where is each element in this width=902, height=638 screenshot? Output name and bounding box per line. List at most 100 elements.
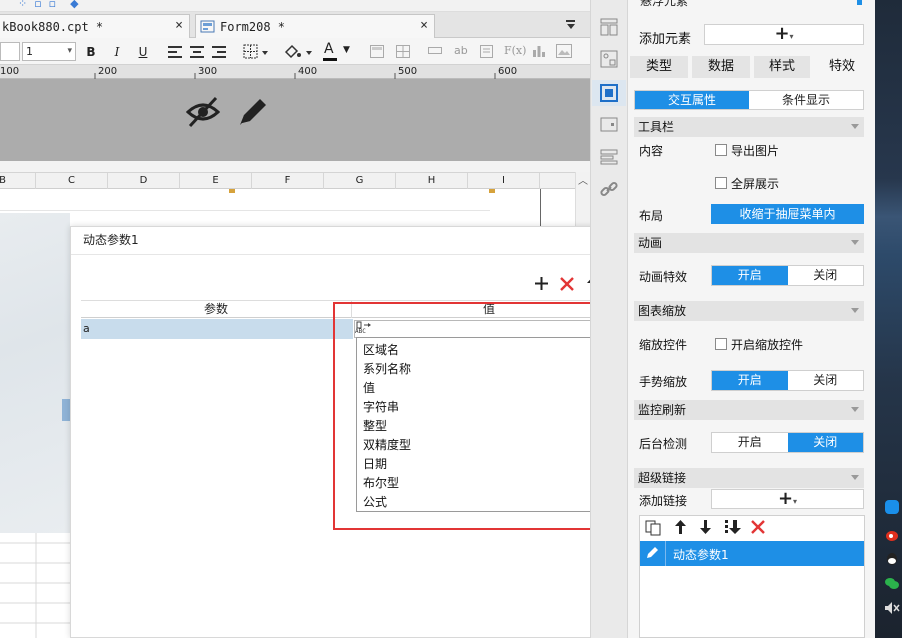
toolbar-section[interactable]: 工具栏 (634, 117, 864, 137)
wechat-icon[interactable] (884, 576, 900, 590)
fullscreen-checkbox[interactable] (715, 177, 727, 189)
add-icon[interactable] (535, 277, 548, 290)
align-center-icon[interactable] (190, 46, 204, 58)
widget-settings-icon[interactable] (600, 50, 618, 68)
design-canvas (0, 79, 590, 161)
section-title: 监控刷新 (638, 403, 687, 417)
tab-effects[interactable]: 特效 (814, 56, 870, 78)
widget-layout-icon[interactable] (600, 18, 618, 36)
format-toolbar: 1 ▾ B I U A ▼ ab F(x) (0, 38, 590, 65)
column-header-cell[interactable]: C (36, 173, 108, 189)
tab-form[interactable]: Form208 * × (195, 14, 435, 38)
delete-icon[interactable] (751, 520, 765, 534)
chevron-down-icon (851, 308, 859, 313)
subtab-interaction[interactable]: 交互属性 (635, 91, 749, 109)
add-link-label: 添加链接 (639, 494, 688, 508)
formula-button[interactable]: F(x) (504, 44, 526, 57)
section-title: 超级链接 (638, 471, 687, 485)
zoom-control-checkbox[interactable] (715, 338, 727, 350)
delete-icon[interactable] (560, 277, 574, 291)
tab-style[interactable]: 样式 (754, 56, 810, 78)
link-list-item[interactable]: 动态参数1 (640, 541, 864, 566)
image-icon[interactable] (556, 44, 572, 58)
highlight-box (333, 302, 627, 530)
toggle-off[interactable]: 关闭 (788, 266, 864, 285)
align-left-icon[interactable] (168, 46, 182, 58)
top-strip: ⁘ ▫ ▫ ◆ (0, 0, 590, 12)
align-right-icon[interactable] (212, 46, 226, 58)
toolbar-icons-row: ⁘ ▫ ▫ ◆ (18, 0, 79, 10)
split-cell-icon[interactable] (396, 45, 410, 58)
merge-cell-icon[interactable] (370, 45, 384, 58)
column-header-cell[interactable]: F (252, 173, 324, 189)
hyperlink-section[interactable]: 超级链接 (634, 468, 864, 488)
embed-frame-icon[interactable] (600, 117, 618, 133)
tab-workbook[interactable]: kBook880.cpt * × (0, 14, 190, 38)
chevron-down-icon: ▾ (67, 46, 72, 56)
tab-menu-icon[interactable] (565, 18, 577, 30)
canvas-gap (0, 161, 590, 172)
chevron-down-icon (851, 475, 859, 480)
mute-icon[interactable] (884, 601, 900, 615)
toggle-off[interactable]: 关闭 (788, 371, 864, 390)
animation-section[interactable]: 动画 (634, 233, 864, 253)
export-image-checkbox[interactable] (715, 144, 727, 156)
add-link-button[interactable]: +▾ (711, 489, 864, 509)
export-image-label: 导出图片 (731, 144, 780, 158)
bold-button[interactable]: B (84, 43, 98, 60)
link-item-label: 动态参数1 (673, 548, 729, 562)
app-tray-icon[interactable] (885, 500, 899, 514)
weibo-icon[interactable] (885, 528, 899, 542)
textbox-icon[interactable] (428, 47, 442, 55)
chart-zoom-section[interactable]: 图表缩放 (634, 301, 864, 321)
font-size-value: 1 (26, 45, 33, 58)
tab-label: Form208 * (220, 19, 286, 34)
tab-type[interactable]: 类型 (630, 56, 688, 78)
column-header-cell[interactable]: B (0, 173, 36, 189)
add-element-button[interactable]: +▾ (704, 24, 864, 45)
column-header-cell[interactable]: D (108, 173, 180, 189)
edit-pencil-icon[interactable] (236, 95, 270, 129)
tab-data[interactable]: 数据 (692, 56, 750, 78)
richtext-icon[interactable] (480, 45, 493, 58)
toggle-on[interactable]: 开启 (712, 371, 788, 390)
font-size-select[interactable]: 1 ▾ (22, 42, 76, 61)
font-color-button[interactable]: A ▼ (323, 41, 353, 61)
toggle-on[interactable]: 开启 (712, 266, 788, 285)
monitor-refresh-section[interactable]: 监控刷新 (634, 400, 864, 420)
column-header-cell[interactable]: H (396, 173, 468, 189)
column-header-cell[interactable]: G (324, 173, 396, 189)
hide-eye-icon[interactable] (186, 96, 220, 128)
underline-button[interactable]: U (136, 43, 150, 60)
param-row[interactable]: a (81, 319, 353, 339)
font-name-select[interactable] (0, 42, 20, 61)
chevron-up-icon[interactable]: ︿ (578, 172, 588, 187)
report-block-icon[interactable] (600, 148, 618, 166)
param-name-cell: a (83, 322, 90, 335)
border-icon[interactable] (243, 44, 269, 60)
subtab-condition[interactable]: 条件显示 (749, 91, 863, 109)
float-element-icon[interactable] (600, 84, 618, 102)
cell-marker (489, 189, 495, 193)
close-icon[interactable]: × (175, 18, 183, 33)
move-up-icon[interactable] (675, 520, 686, 534)
fill-color-icon[interactable] (283, 43, 313, 60)
qq-icon[interactable] (885, 552, 899, 566)
move-bottom-icon[interactable] (724, 519, 742, 535)
backend-detect-toggle: 开启 关闭 (711, 432, 864, 453)
column-header-cell[interactable]: E (180, 173, 252, 189)
link-icon[interactable] (600, 180, 618, 198)
italic-button[interactable]: I (110, 43, 124, 60)
map-background (0, 213, 70, 533)
copy-icon[interactable] (645, 520, 663, 536)
close-icon[interactable]: × (420, 18, 428, 33)
layout-select[interactable]: 收缩于抽屉菜单内 (711, 204, 864, 224)
chevron-down-icon (851, 124, 859, 129)
toggle-on[interactable]: 开启 (712, 433, 788, 452)
toggle-off[interactable]: 关闭 (787, 433, 863, 452)
section-title: 图表缩放 (638, 304, 687, 318)
move-down-icon[interactable] (700, 520, 711, 534)
chart-icon[interactable] (532, 44, 546, 58)
column-header-cell[interactable]: I (468, 173, 540, 189)
text-ab-button[interactable]: ab (454, 44, 468, 57)
